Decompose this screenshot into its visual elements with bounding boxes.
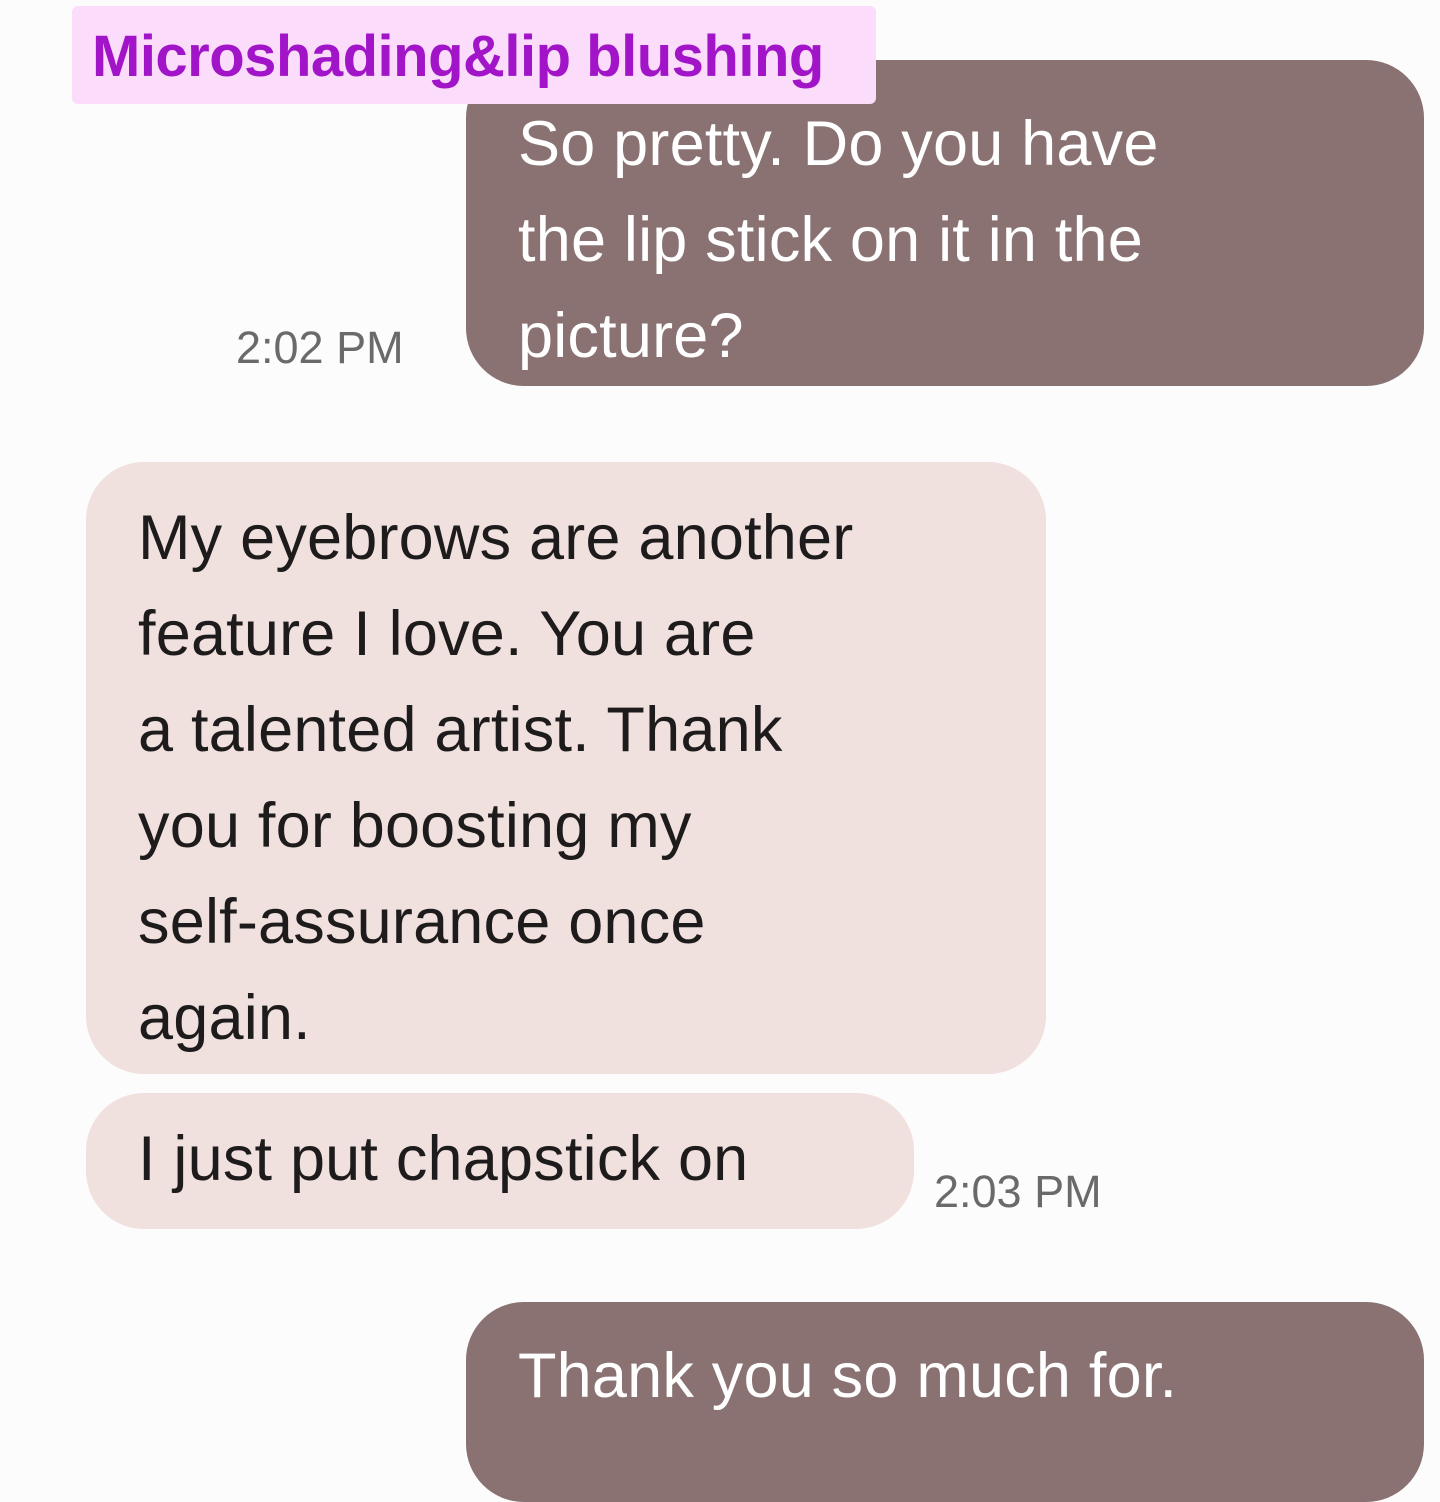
message-text-line: you for boosting my <box>138 791 692 861</box>
message-text-line: again. <box>138 983 311 1053</box>
conversation-thread: So pretty. Do you have the lip stick on … <box>0 0 1440 1502</box>
message-text-line: Thank you so much for. <box>518 1341 1178 1411</box>
message-text-line: So pretty. Do you have <box>518 109 1159 179</box>
message-text-line: the lip stick on it in the <box>518 205 1144 275</box>
message-text-line: a talented artist. Thank <box>138 695 783 765</box>
message-text-line: self-assurance once <box>138 887 706 957</box>
message-text-line: feature I love. You are <box>138 599 756 669</box>
sent-message-bubble[interactable]: Thank you so much for. <box>466 1302 1424 1502</box>
sent-message-bubble[interactable]: So pretty. Do you have the lip stick on … <box>466 60 1424 386</box>
message-text-line: I just put chapstick on <box>138 1124 749 1194</box>
message-text-line: picture? <box>518 301 744 371</box>
received-message-bubble[interactable]: My eyebrows are another feature I love. … <box>86 462 1046 1074</box>
message-timestamp: 2:03 PM <box>934 1166 1102 1217</box>
received-message-bubble[interactable]: I just put chapstick on <box>86 1093 914 1229</box>
message-text-line: My eyebrows are another <box>138 503 854 573</box>
message-timestamp: 2:02 PM <box>236 322 404 373</box>
caption-overlay-label: Microshading&lip blushing <box>72 6 876 104</box>
